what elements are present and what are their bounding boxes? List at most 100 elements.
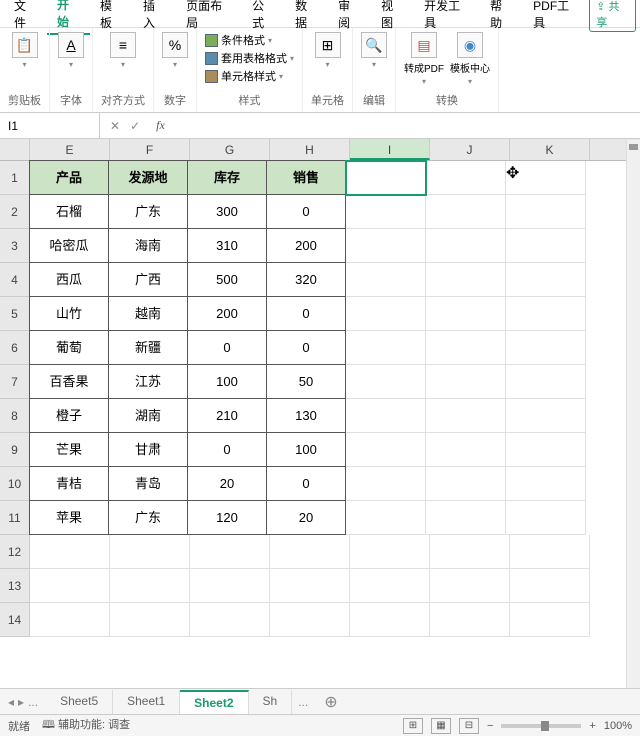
- cell-H8[interactable]: 130: [266, 398, 346, 433]
- col-header-E[interactable]: E: [30, 139, 110, 160]
- cell-J10[interactable]: [426, 467, 506, 501]
- cell-E5[interactable]: 山竹: [29, 296, 109, 331]
- cell-E8[interactable]: 橙子: [29, 398, 109, 433]
- cell-J2[interactable]: [426, 195, 506, 229]
- zoom-slider[interactable]: [501, 724, 581, 728]
- cell-J6[interactable]: [426, 331, 506, 365]
- cell-G2[interactable]: 300: [187, 194, 267, 229]
- cell-E9[interactable]: 芒果: [29, 432, 109, 467]
- cell-G8[interactable]: 210: [187, 398, 267, 433]
- cell-E6[interactable]: 葡萄: [29, 330, 109, 365]
- cell-K3[interactable]: [506, 229, 586, 263]
- align-button[interactable]: ≡▾: [110, 32, 136, 69]
- cell-J12[interactable]: [430, 535, 510, 569]
- cell-H4[interactable]: 320: [266, 262, 346, 297]
- row-header-6[interactable]: 6: [0, 331, 30, 365]
- sheet-tab-Sh[interactable]: Sh: [249, 690, 293, 714]
- cell-F6[interactable]: 新疆: [108, 330, 188, 365]
- cell-E14[interactable]: [30, 603, 110, 637]
- cell-K10[interactable]: [506, 467, 586, 501]
- cell-H3[interactable]: 200: [266, 228, 346, 263]
- cell-G3[interactable]: 310: [187, 228, 267, 263]
- tab-first-icon[interactable]: ◂: [8, 695, 14, 709]
- zoom-in-button[interactable]: +: [589, 720, 595, 732]
- cell-H13[interactable]: [270, 569, 350, 603]
- cell-H9[interactable]: 100: [266, 432, 346, 467]
- tab-prev-icon[interactable]: ▸: [18, 695, 24, 709]
- cell-K14[interactable]: [510, 603, 590, 637]
- cell-I9[interactable]: [346, 433, 426, 467]
- cell-G14[interactable]: [190, 603, 270, 637]
- cell-K4[interactable]: [506, 263, 586, 297]
- cell-F5[interactable]: 越南: [108, 296, 188, 331]
- cell-J7[interactable]: [426, 365, 506, 399]
- cell-I11[interactable]: [346, 501, 426, 535]
- cond-format-button[interactable]: 条件格式▾: [205, 32, 294, 48]
- cell-J14[interactable]: [430, 603, 510, 637]
- cell-G1[interactable]: 库存: [187, 160, 267, 195]
- cell-J13[interactable]: [430, 569, 510, 603]
- row-header-11[interactable]: 11: [0, 501, 30, 535]
- cell-K8[interactable]: [506, 399, 586, 433]
- cancel-icon[interactable]: ✕: [110, 119, 120, 133]
- cell-I3[interactable]: [346, 229, 426, 263]
- cell-J11[interactable]: [426, 501, 506, 535]
- cell-H11[interactable]: 20: [266, 500, 346, 535]
- row-header-4[interactable]: 4: [0, 263, 30, 297]
- cell-F14[interactable]: [110, 603, 190, 637]
- cell-style-button[interactable]: 单元格样式▾: [205, 68, 294, 84]
- row-header-3[interactable]: 3: [0, 229, 30, 263]
- menu-PDF工具[interactable]: PDF工具: [523, 0, 589, 34]
- cell-G13[interactable]: [190, 569, 270, 603]
- col-header-G[interactable]: G: [190, 139, 270, 160]
- cell-J3[interactable]: [426, 229, 506, 263]
- cell-I1[interactable]: [346, 161, 426, 195]
- cell-K9[interactable]: [506, 433, 586, 467]
- cell-H5[interactable]: 0: [266, 296, 346, 331]
- cell-K7[interactable]: [506, 365, 586, 399]
- col-header-J[interactable]: J: [430, 139, 510, 160]
- confirm-icon[interactable]: ✓: [130, 119, 140, 133]
- cell-I14[interactable]: [350, 603, 430, 637]
- cell-K5[interactable]: [506, 297, 586, 331]
- cell-F4[interactable]: 广西: [108, 262, 188, 297]
- cell-I12[interactable]: [350, 535, 430, 569]
- cells-button[interactable]: ⊞▾: [315, 32, 341, 69]
- cell-G5[interactable]: 200: [187, 296, 267, 331]
- cell-K13[interactable]: [510, 569, 590, 603]
- cell-K2[interactable]: [506, 195, 586, 229]
- select-all-corner[interactable]: [0, 139, 30, 160]
- row-header-9[interactable]: 9: [0, 433, 30, 467]
- row-header-7[interactable]: 7: [0, 365, 30, 399]
- cell-G12[interactable]: [190, 535, 270, 569]
- sheet-tab-Sheet1[interactable]: Sheet1: [113, 690, 180, 714]
- cell-F7[interactable]: 江苏: [108, 364, 188, 399]
- row-header-14[interactable]: 14: [0, 603, 30, 637]
- cell-F13[interactable]: [110, 569, 190, 603]
- view-normal-button[interactable]: ⊞: [403, 718, 423, 734]
- sheet-tab-Sheet5[interactable]: Sheet5: [46, 690, 113, 714]
- cell-J1[interactable]: [426, 161, 506, 195]
- cell-G7[interactable]: 100: [187, 364, 267, 399]
- cell-G10[interactable]: 20: [187, 466, 267, 501]
- sheet-tab-Sheet2[interactable]: Sheet2: [180, 690, 248, 714]
- cell-K1[interactable]: [506, 161, 586, 195]
- cell-I7[interactable]: [346, 365, 426, 399]
- cell-I13[interactable]: [350, 569, 430, 603]
- cell-J8[interactable]: [426, 399, 506, 433]
- paste-button[interactable]: 📋▾: [12, 32, 38, 69]
- cell-I5[interactable]: [346, 297, 426, 331]
- cell-F12[interactable]: [110, 535, 190, 569]
- cell-K6[interactable]: [506, 331, 586, 365]
- cell-H7[interactable]: 50: [266, 364, 346, 399]
- cell-F8[interactable]: 湖南: [108, 398, 188, 433]
- cell-E11[interactable]: 苹果: [29, 500, 109, 535]
- cell-F2[interactable]: 广东: [108, 194, 188, 229]
- cell-J9[interactable]: [426, 433, 506, 467]
- cell-I8[interactable]: [346, 399, 426, 433]
- number-button[interactable]: %▾: [162, 32, 188, 69]
- cell-E4[interactable]: 西瓜: [29, 262, 109, 297]
- cell-E12[interactable]: [30, 535, 110, 569]
- row-header-10[interactable]: 10: [0, 467, 30, 501]
- row-header-8[interactable]: 8: [0, 399, 30, 433]
